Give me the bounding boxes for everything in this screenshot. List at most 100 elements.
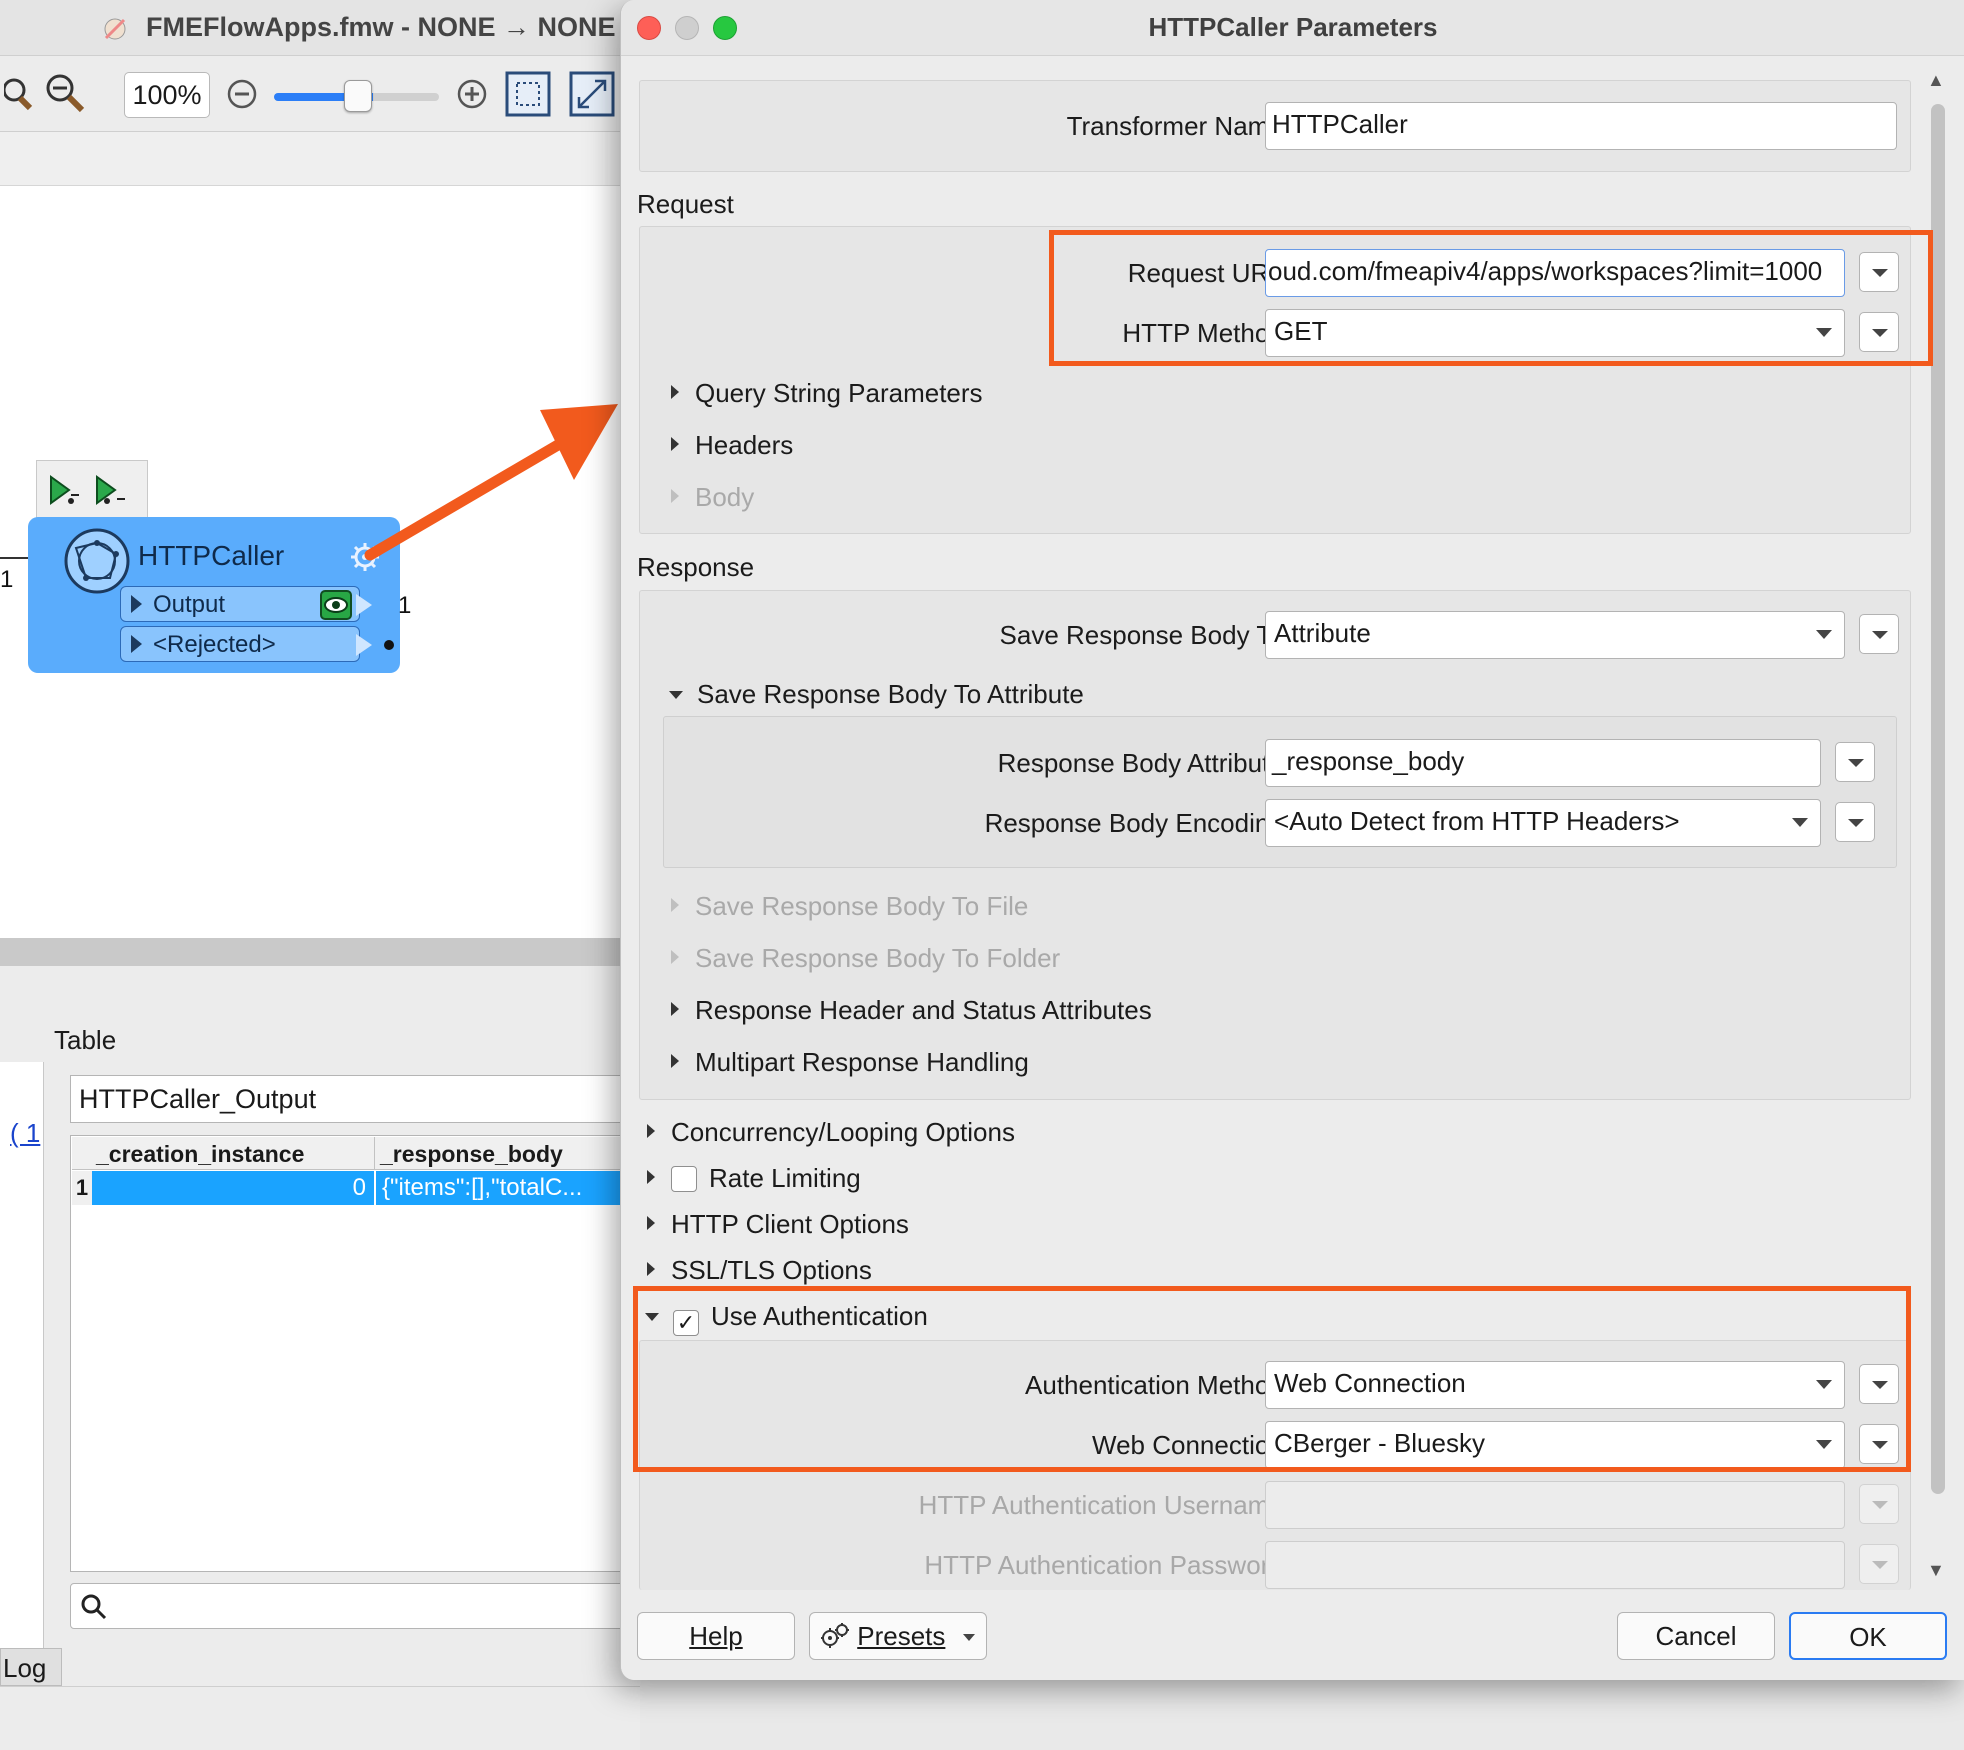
chevron-down-icon [1816, 630, 1832, 639]
column-divider [374, 1137, 375, 1170]
expand-icon [671, 437, 679, 451]
save-response-body-to-attribute-group[interactable]: Save Response Body To Attribute [669, 679, 1084, 710]
scroll-up-icon[interactable]: ▲ [1927, 70, 1945, 91]
left-list-link[interactable]: ( 1 [10, 1118, 40, 1149]
table-cell-creation-instance[interactable]: 0 [92, 1171, 374, 1205]
response-body-attribute-input[interactable]: _response_body [1265, 739, 1821, 787]
table-row-index[interactable]: 1 [72, 1171, 92, 1205]
table-search-input[interactable] [70, 1583, 670, 1629]
transformer-name-input[interactable]: HTTPCaller [1265, 102, 1897, 150]
table-panel-label: Table [54, 1025, 117, 1055]
input-feature-count: 1 [0, 566, 14, 593]
authentication-highlight-box [633, 1286, 1911, 1472]
cancel-button[interactable]: Cancel [1617, 1612, 1775, 1660]
panel-splitter[interactable] [0, 938, 640, 966]
rate-limiting-checkbox[interactable] [671, 1166, 697, 1192]
search-icon [81, 1594, 107, 1620]
group-label: Multipart Response Handling [695, 1047, 1029, 1077]
multipart-response-handling-group[interactable]: Multipart Response Handling [671, 1047, 1029, 1078]
run-from-this-icon[interactable] [93, 473, 129, 509]
zoom-in-icon[interactable] [0, 70, 48, 118]
node-title: HTTPCaller [138, 540, 285, 571]
response-section-title: Response [637, 552, 755, 582]
rejected-port[interactable]: <Rejected> [120, 626, 360, 662]
output-feature-count: 1 [398, 592, 412, 619]
group-label: SSL/TLS Options [671, 1255, 872, 1285]
save-response-body-to-label: Save Response Body To: [999, 620, 1291, 650]
save-response-body-to-select[interactable]: Attribute [1265, 611, 1845, 659]
scroll-down-icon[interactable]: ▼ [1927, 1560, 1945, 1581]
dialog-scrollbar-thumb[interactable] [1931, 104, 1945, 1494]
help-button[interactable]: Help [637, 1612, 795, 1660]
expand-icon [671, 489, 679, 503]
http-auth-password-input [1265, 1541, 1845, 1589]
expand-icon [647, 1170, 655, 1184]
callout-arrow-icon [364, 404, 618, 561]
group-label: Rate Limiting [709, 1163, 861, 1193]
group-label: Save Response Body To Attribute [697, 679, 1084, 709]
column-header-response-body[interactable]: _response_body [380, 1141, 563, 1168]
group-label: HTTP Client Options [671, 1209, 909, 1239]
expand-icon [671, 1002, 679, 1016]
zoom-plus-icon[interactable] [448, 70, 496, 118]
headers-group[interactable]: Headers [671, 430, 793, 461]
chevron-down-icon [962, 1634, 975, 1641]
save-response-body-to-file-group: Save Response Body To File [671, 891, 1028, 922]
group-label: Concurrency/Looping Options [671, 1117, 1015, 1147]
run-to-this-icon[interactable] [47, 473, 83, 509]
collapse-icon [669, 691, 683, 699]
http-auth-password-menu-button [1859, 1544, 1899, 1584]
expand-icon [647, 1262, 655, 1276]
httpcaller-parameters-dialog: HTTPCaller Parameters ▲ ▼ Transformer Na… [620, 0, 1964, 1680]
group-label: Save Response Body To Folder [695, 943, 1061, 973]
rejected-port-label: <Rejected> [153, 631, 276, 658]
response-body-encoding-value: <Auto Detect from HTTP Headers> [1274, 806, 1680, 836]
transformer-name-label: Transformer Name: [1066, 111, 1291, 141]
http-auth-password-label: HTTP Authentication Password: [924, 1550, 1291, 1580]
run-buttons-box [36, 460, 148, 518]
presets-gears-icon [821, 1623, 849, 1648]
response-body-encoding-menu-button[interactable] [1835, 802, 1875, 842]
chevron-down-icon [1792, 818, 1808, 827]
zoom-minus-icon[interactable] [218, 70, 266, 118]
response-body-encoding-select[interactable]: <Auto Detect from HTTP Headers> [1265, 799, 1821, 847]
zoom-out-icon[interactable] [42, 70, 90, 118]
data-table-header: _creation_instance _response_body [72, 1137, 672, 1170]
globe-network-icon [62, 526, 132, 596]
zoom-selection-icon[interactable] [504, 70, 552, 118]
expand-icon [671, 1054, 679, 1068]
log-tab[interactable]: Log [0, 1648, 62, 1686]
group-label: Save Response Body To File [695, 891, 1029, 921]
http-auth-username-label: HTTP Authentication Username: [918, 1490, 1291, 1520]
response-body-encoding-label: Response Body Encoding: [984, 808, 1291, 838]
background-window-title: FMEFlowApps.fmw - NONE → NONE - [146, 12, 632, 42]
query-string-parameters-group[interactable]: Query String Parameters [671, 378, 983, 409]
dialog-title: HTTPCaller Parameters [1148, 12, 1438, 42]
column-header-creation-instance[interactable]: _creation_instance [96, 1141, 304, 1168]
ok-button[interactable]: OK [1789, 1612, 1947, 1660]
output-arrow-icon [356, 594, 372, 616]
canvas-tabs-bar [0, 132, 640, 186]
response-header-status-attributes-group[interactable]: Response Header and Status Attributes [671, 995, 1152, 1026]
concurrency-looping-options-group[interactable]: Concurrency/Looping Options [647, 1117, 1015, 1148]
expand-icon [671, 898, 679, 912]
http-client-options-group[interactable]: HTTP Client Options [647, 1209, 909, 1240]
expand-port-icon [131, 595, 142, 613]
expand-icon [671, 950, 679, 964]
feature-cache-eye-icon[interactable] [320, 590, 352, 620]
zoom-extents-icon[interactable] [568, 70, 616, 118]
presets-button[interactable]: Presets [809, 1612, 987, 1660]
rejected-arrow-icon [356, 634, 372, 656]
expand-icon [647, 1216, 655, 1230]
table-source-field[interactable]: HTTPCaller_Output [70, 1075, 670, 1123]
expand-icon [647, 1124, 655, 1138]
zoom-level-field[interactable]: 100% [124, 72, 210, 118]
presets-label: Presets [857, 1621, 946, 1651]
rate-limiting-group[interactable]: Rate Limiting [647, 1163, 861, 1194]
zoom-slider-thumb[interactable] [344, 80, 372, 112]
response-body-attribute-menu-button[interactable] [1835, 742, 1875, 782]
ssl-tls-options-group[interactable]: SSL/TLS Options [647, 1255, 872, 1286]
group-label: Response Header and Status Attributes [695, 995, 1152, 1025]
save-response-body-to-value: Attribute [1274, 618, 1371, 648]
save-response-body-to-menu-button[interactable] [1859, 614, 1899, 654]
